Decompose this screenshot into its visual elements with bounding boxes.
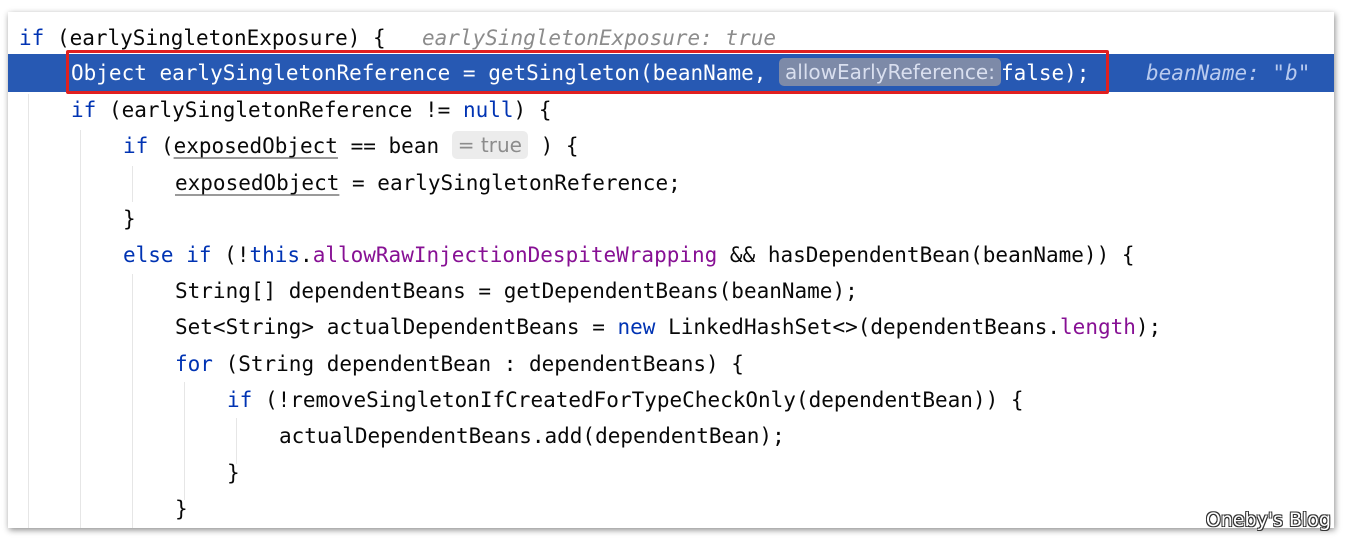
debug-value-hint: earlySingletonExposure: true	[422, 26, 777, 50]
code-text: ) {	[513, 98, 552, 122]
code-line-11[interactable]: if (!removeSingletonIfCreatedForTypeChec…	[8, 382, 1334, 418]
code-line-8[interactable]: String[] dependentBeans = getDependentBe…	[8, 273, 1334, 309]
code-text: Set<String> actualDependentBeans =	[175, 315, 618, 339]
code-text: = earlySingletonReference;	[339, 171, 681, 195]
code-text: (!	[211, 243, 250, 267]
code-line-5[interactable]: exposedObject = earlySingletonReference;	[8, 165, 1334, 201]
code-editor-panel: if (earlySingletonExposure) { earlySingl…	[8, 12, 1334, 528]
field-length: length	[1060, 315, 1136, 339]
code-line-6[interactable]: }	[8, 201, 1334, 237]
keyword-for: for	[175, 352, 213, 376]
keyword-this: this	[249, 243, 301, 267]
closing-brace: }	[123, 207, 136, 231]
closing-brace: }	[175, 497, 188, 521]
keyword-new: new	[617, 315, 656, 339]
code-line-2-current-execution[interactable]: Object earlySingletonReference = getSing…	[8, 54, 1334, 92]
blog-watermark: Oneby's Blog	[1205, 509, 1331, 531]
condition-text: (earlySingletonExposure) {	[44, 26, 386, 50]
variable-exposed-object: exposedObject	[175, 171, 340, 195]
parameter-name-hint: allowEarlyReference:	[779, 58, 1001, 86]
code-text: ) {	[527, 134, 579, 158]
code-line-10[interactable]: for (String dependentBean : dependentBea…	[8, 346, 1334, 382]
field-allow-raw-injection: allowRawInjectionDespiteWrapping	[312, 243, 718, 267]
code-text: actualDependentBeans.add(dependentBean);	[279, 424, 785, 448]
keyword-if: if	[227, 388, 253, 412]
code-line-1[interactable]: if (earlySingletonExposure) { earlySingl…	[8, 20, 1334, 56]
inline-value-hint: = true	[451, 131, 528, 159]
code-line-9[interactable]: Set<String> actualDependentBeans = new L…	[8, 309, 1334, 345]
keyword-null: null	[462, 98, 514, 122]
code-line-3[interactable]: if (earlySingletonReference != null) {	[8, 92, 1334, 128]
keyword-if: if	[186, 243, 212, 267]
code-text: (	[148, 134, 174, 158]
statement-text: Object earlySingletonReference = getSing…	[71, 61, 780, 85]
closing-brace: }	[227, 461, 240, 485]
code-text: .	[300, 243, 313, 267]
debug-value-hint: beanName: "b"	[1146, 61, 1311, 85]
code-text: String[] dependentBeans = getDependentBe…	[175, 279, 858, 303]
keyword-if: if	[71, 98, 97, 122]
code-text: (String dependentBean : dependentBeans) …	[212, 352, 744, 376]
code-line-4[interactable]: if (exposedObject == bean = true ) {	[8, 128, 1334, 164]
code-line-7[interactable]: else if (!this.allowRawInjectionDespiteW…	[8, 237, 1334, 273]
argument-value: false);	[1000, 61, 1090, 85]
code-line-13[interactable]: }	[8, 455, 1334, 491]
code-text: (earlySingletonReference !=	[96, 98, 463, 122]
keyword-else: else	[123, 243, 174, 267]
code-text: == bean	[337, 134, 440, 158]
code-text: );	[1135, 315, 1162, 339]
keyword-if: if	[19, 26, 45, 50]
code-text: (!removeSingletonIfCreatedForTypeCheckOn…	[252, 388, 1024, 412]
code-text: && hasDependentBean(beanName)) {	[717, 243, 1135, 267]
code-line-14[interactable]: }	[8, 491, 1334, 527]
code-text: LinkedHashSet<>(dependentBeans.	[655, 315, 1061, 339]
variable-exposed-object: exposedObject	[173, 134, 338, 158]
code-line-12[interactable]: actualDependentBeans.add(dependentBean);	[8, 418, 1334, 454]
keyword-if: if	[123, 134, 149, 158]
